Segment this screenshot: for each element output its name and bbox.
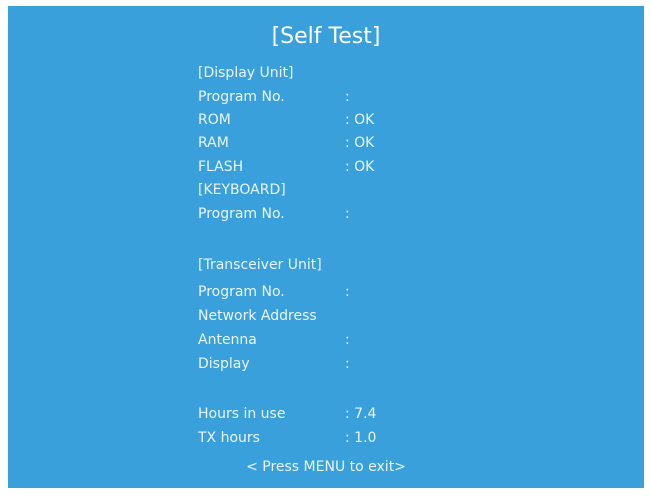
display-program-no-row: Program No. :: [198, 86, 350, 108]
keyboard-program-no-row: Program No. :: [198, 203, 350, 225]
exit-hint: < Press MENU to exit>: [246, 459, 406, 475]
row-label: Hours in use: [198, 406, 286, 422]
section-keyboard: [KEYBOARD]: [198, 179, 286, 201]
row-value: :: [345, 356, 350, 372]
ram-row: RAM : OK: [198, 132, 374, 154]
display-row: Display :: [198, 353, 350, 375]
row-label: Program No.: [198, 284, 285, 300]
network-address-row: Network Address: [198, 305, 317, 327]
tx-hours-row: TX hours : 1.0: [198, 427, 376, 449]
section-display-unit: [Display Unit]: [198, 62, 293, 84]
screen-title: [Self Test]: [271, 24, 381, 49]
row-value: : OK: [345, 135, 375, 151]
row-value: :: [345, 89, 350, 105]
self-test-screen: [Self Test] [Display Unit] Program No. :…: [8, 6, 644, 488]
flash-row: FLASH : OK: [198, 156, 374, 178]
row-value: : OK: [345, 112, 375, 128]
row-label: TX hours: [198, 430, 260, 446]
row-value: : 1.0: [345, 430, 377, 446]
transceiver-program-no-row: Program No. :: [198, 281, 350, 303]
row-value: : 7.4: [345, 406, 377, 422]
section-transceiver-unit: [Transceiver Unit]: [198, 254, 322, 276]
row-value: :: [345, 206, 350, 222]
row-value: :: [345, 284, 350, 300]
row-label: [KEYBOARD]: [198, 182, 286, 198]
row-label: Program No.: [198, 206, 285, 222]
row-label: Antenna: [198, 332, 257, 348]
row-label: [Transceiver Unit]: [198, 257, 322, 273]
row-label: RAM: [198, 135, 229, 151]
rom-row: ROM : OK: [198, 109, 374, 131]
antenna-row: Antenna :: [198, 329, 350, 351]
row-label: Program No.: [198, 89, 285, 105]
row-label: Display: [198, 356, 250, 372]
hours-in-use-row: Hours in use : 7.4: [198, 403, 376, 425]
row-value: :: [345, 332, 350, 348]
row-label: FLASH: [198, 159, 244, 175]
row-label: Network Address: [198, 308, 317, 324]
row-label: ROM: [198, 112, 231, 128]
row-value: : OK: [345, 159, 375, 175]
row-label: [Display Unit]: [198, 65, 294, 81]
